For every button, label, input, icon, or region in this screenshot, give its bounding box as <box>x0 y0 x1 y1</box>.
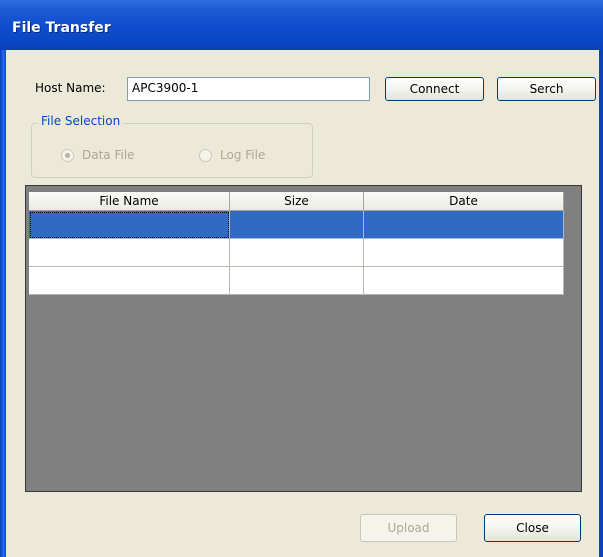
cell-file-name[interactable] <box>29 239 230 267</box>
radio-selected-dot <box>65 153 70 158</box>
log-file-label: Log File <box>220 148 266 162</box>
cell-size[interactable] <box>230 239 364 267</box>
grid-header: File Name Size Date <box>29 192 564 211</box>
data-file-label: Data File <box>82 148 135 162</box>
file-grid[interactable]: File Name Size Date <box>25 185 582 492</box>
column-header-size[interactable]: Size <box>230 192 364 211</box>
host-name-input[interactable]: APC3900-1 <box>127 77 370 101</box>
connect-button[interactable]: Connect <box>385 77 484 101</box>
cell-size[interactable] <box>230 211 364 239</box>
window-frame-left <box>0 50 6 557</box>
cell-size[interactable] <box>230 267 364 295</box>
column-header-date[interactable]: Date <box>364 192 564 211</box>
column-header-file-name[interactable]: File Name <box>29 192 230 211</box>
search-button[interactable]: Serch <box>497 77 596 101</box>
table-row[interactable] <box>29 267 564 295</box>
window-frame-right <box>599 50 603 557</box>
cell-file-name[interactable] <box>29 211 230 239</box>
file-selection-legend: File Selection <box>38 114 124 128</box>
close-button[interactable]: Close <box>484 514 581 542</box>
title-bar[interactable]: File Transfer <box>0 0 603 50</box>
host-name-label: Host Name: <box>35 81 106 95</box>
window-title: File Transfer <box>12 20 111 36</box>
cell-file-name[interactable] <box>29 267 230 295</box>
cell-date[interactable] <box>364 267 564 295</box>
data-file-radio[interactable] <box>61 149 74 162</box>
file-transfer-dialog: File Transfer Host Name: APC3900-1 Conne… <box>0 0 603 557</box>
upload-button[interactable]: Upload <box>360 514 457 542</box>
table-row[interactable] <box>29 239 564 267</box>
cell-date[interactable] <box>364 211 564 239</box>
file-selection-group <box>31 123 313 178</box>
log-file-radio[interactable] <box>199 149 212 162</box>
table-row[interactable] <box>29 211 564 239</box>
cell-date[interactable] <box>364 239 564 267</box>
